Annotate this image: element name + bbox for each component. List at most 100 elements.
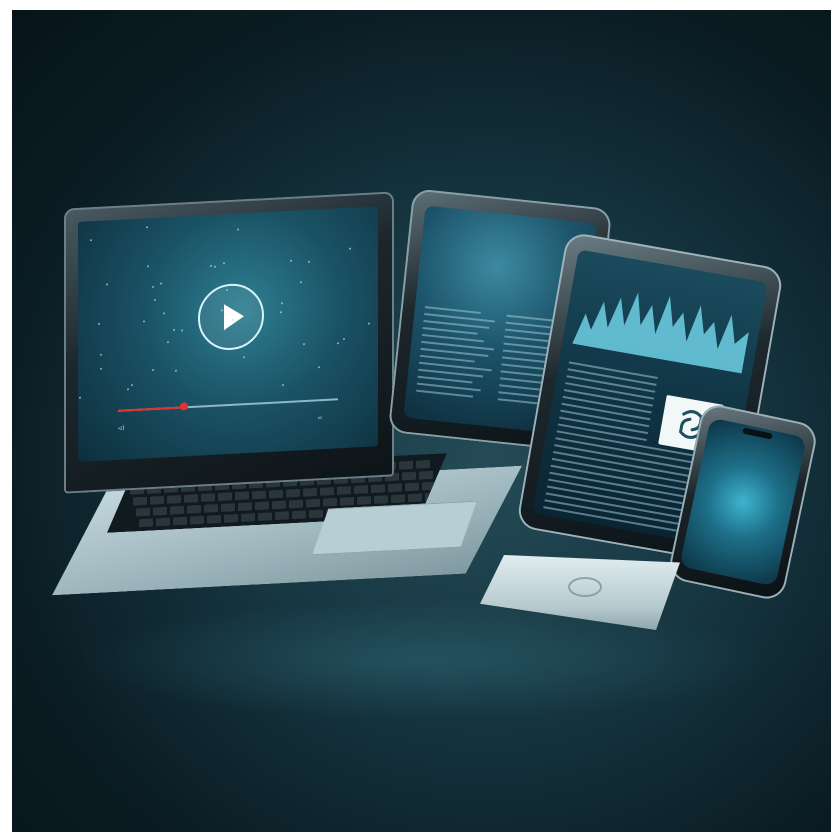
keyboard-key	[133, 497, 147, 506]
star-decoration	[318, 366, 320, 368]
keyboard-key	[306, 499, 320, 508]
star-decoration	[100, 368, 102, 370]
star-decoration	[308, 260, 310, 262]
keyboard-key	[388, 483, 402, 492]
star-decoration	[146, 226, 148, 228]
star-decoration	[167, 342, 169, 344]
keyboard-key	[405, 483, 419, 492]
star-decoration	[337, 342, 339, 344]
product-scene: ◁) ▭	[12, 10, 831, 832]
star-decoration	[163, 312, 165, 314]
keyboard-key	[258, 512, 272, 521]
pad-ring	[568, 577, 602, 597]
keyboard-key	[419, 471, 433, 480]
star-decoration	[90, 239, 92, 241]
star-decoration	[152, 286, 154, 288]
star-decoration	[281, 302, 283, 304]
keyboard-key	[303, 488, 317, 497]
floor-reflection	[72, 600, 772, 720]
keyboard-key	[167, 495, 181, 504]
volume-icon[interactable]: ◁)	[118, 424, 125, 431]
star-decoration	[79, 396, 81, 398]
keyboard-key	[408, 493, 422, 502]
keyboard-key	[286, 489, 300, 498]
star-decoration	[175, 370, 177, 372]
keyboard-key	[371, 484, 385, 493]
keyboard-key	[207, 515, 221, 524]
keyboard-key	[275, 511, 289, 520]
keyboard-key	[218, 492, 232, 501]
keyboard-key	[187, 505, 201, 514]
star-decoration	[223, 262, 225, 264]
keyboard-key	[139, 518, 153, 527]
keyboard-key	[269, 490, 283, 499]
play-icon	[224, 303, 244, 330]
star-decoration	[243, 356, 245, 358]
keyboard-key	[190, 516, 204, 525]
keyboard-key	[357, 496, 371, 505]
text-line	[425, 306, 481, 314]
star-decoration	[106, 283, 108, 285]
text-line	[423, 327, 478, 335]
keyboard-key	[224, 514, 238, 523]
fullscreen-icon[interactable]: ▭	[318, 414, 322, 421]
phone-notch	[742, 427, 773, 439]
text-line	[416, 390, 473, 398]
star-decoration	[210, 265, 212, 267]
keyboard-key	[173, 517, 187, 526]
video-progress-fill	[118, 406, 184, 411]
keyboard-key	[170, 506, 184, 515]
star-decoration	[237, 229, 239, 231]
star-decoration	[147, 266, 149, 268]
keyboard-key	[416, 460, 430, 469]
keyboard-key	[320, 487, 334, 496]
star-decoration	[214, 266, 216, 268]
star-decoration	[343, 337, 345, 339]
keyboard-key	[354, 485, 368, 494]
star-decoration	[368, 323, 370, 325]
star-decoration	[282, 384, 284, 386]
star-decoration	[154, 299, 156, 301]
text-line	[418, 376, 473, 384]
keyboard-key	[156, 518, 170, 527]
keyboard-key	[221, 503, 235, 512]
star-decoration	[152, 369, 154, 371]
star-decoration	[127, 389, 129, 391]
play-button[interactable]	[198, 282, 264, 351]
keyboard-key	[337, 486, 351, 495]
star-decoration	[349, 248, 351, 250]
star-decoration	[143, 320, 145, 322]
star-decoration	[173, 329, 175, 331]
keyboard-key	[340, 497, 354, 506]
keyboard-key	[150, 496, 164, 505]
star-decoration	[131, 384, 133, 386]
star-decoration	[100, 354, 102, 356]
keyboard-key	[399, 461, 413, 470]
keyboard-key	[241, 513, 255, 522]
keyboard-key	[136, 508, 150, 517]
keyboard-key	[374, 495, 388, 504]
keyboard-key	[323, 498, 337, 507]
star-decoration	[98, 323, 100, 325]
keyboard-key	[255, 501, 269, 510]
keyboard-key	[289, 500, 303, 509]
video-progress-handle[interactable]	[180, 402, 188, 410]
keyboard-key	[201, 493, 215, 502]
star-decoration	[160, 282, 162, 284]
keyboard-key	[402, 472, 416, 481]
star-decoration	[290, 260, 292, 262]
laptop-trackpad	[312, 501, 477, 556]
keyboard-key	[391, 494, 405, 503]
star-decoration	[181, 330, 183, 332]
video-progress-bar[interactable]	[118, 398, 338, 412]
keyboard-key	[238, 502, 252, 511]
laptop-screen: ◁) ▭	[78, 206, 378, 462]
keyboard-key	[235, 491, 249, 500]
keyboard-key	[309, 510, 323, 519]
star-decoration	[303, 343, 305, 345]
keyboard-key	[292, 510, 306, 519]
laptop: ◁) ▭	[64, 191, 394, 493]
star-decoration	[280, 311, 282, 313]
keyboard-key	[252, 491, 266, 500]
keyboard-key	[204, 504, 218, 513]
